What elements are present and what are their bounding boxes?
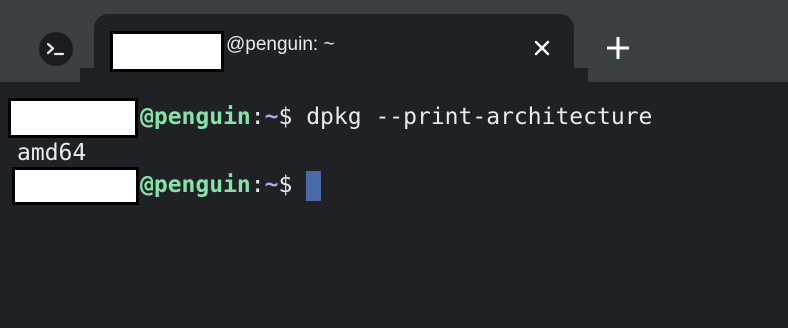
prompt-dollar: $ <box>278 172 293 198</box>
text-cursor <box>306 170 322 201</box>
prompt-path: ~ <box>264 172 279 198</box>
prompt-colon: : <box>250 104 265 130</box>
close-icon[interactable] <box>528 34 556 62</box>
prompt-line-3: @penguin:~$ <box>140 169 322 201</box>
redacted-username-line3 <box>12 167 139 205</box>
terminal-output-area[interactable]: @penguin:~$ dpkg --print-architecture am… <box>0 82 788 328</box>
tab-title: @penguin: ~ <box>226 34 335 55</box>
tab-curve-right <box>574 68 588 82</box>
prompt-line-1: @penguin:~$ dpkg --print-architecture <box>140 101 652 133</box>
terminal-window: @penguin: ~ @penguin:~$ dpkg --print-arc… <box>0 0 788 328</box>
plus-icon-glyph <box>607 37 629 59</box>
output-line: amd64 <box>17 140 87 166</box>
plus-icon[interactable] <box>604 34 632 62</box>
prompt-dollar: $ <box>278 104 293 130</box>
close-icon-glyph <box>534 40 550 56</box>
tab-strip: @penguin: ~ <box>0 0 788 82</box>
terminal-prompt-icon <box>39 32 73 66</box>
tab-curve-left <box>80 68 94 82</box>
prompt-host: @penguin <box>140 104 251 130</box>
command-text: dpkg --print-architecture <box>292 104 653 130</box>
terminal-prompt-icon-glyph <box>47 42 65 56</box>
prompt-colon: : <box>250 172 265 198</box>
prompt-host: @penguin <box>140 172 251 198</box>
prompt-path: ~ <box>264 104 279 130</box>
redacted-username-tab <box>110 31 224 72</box>
redacted-username-line1 <box>8 98 138 138</box>
